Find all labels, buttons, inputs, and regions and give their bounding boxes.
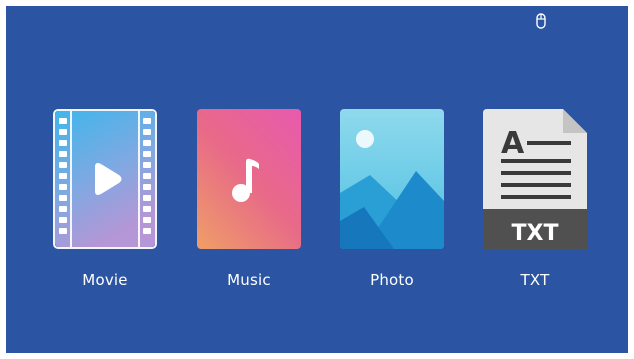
txt-label[interactable]: TXT <box>483 271 587 289</box>
music-tile[interactable] <box>197 109 301 249</box>
music-icon <box>197 109 301 249</box>
media-home-screen: Movie Music Photo A TXT TXT <box>6 6 628 353</box>
mouse-icon <box>536 13 546 29</box>
txt-tile[interactable]: A TXT <box>483 109 587 249</box>
txt-badge-text: TXT <box>512 221 559 246</box>
photo-icon <box>340 109 444 249</box>
movie-tile[interactable] <box>53 109 157 249</box>
photo-label[interactable]: Photo <box>340 271 444 289</box>
txt-icon: A TXT <box>483 109 587 249</box>
music-label[interactable]: Music <box>197 271 301 289</box>
photo-tile[interactable] <box>340 109 444 249</box>
movie-label[interactable]: Movie <box>53 271 157 289</box>
movie-icon <box>55 111 155 247</box>
svg-text:A: A <box>501 126 525 161</box>
